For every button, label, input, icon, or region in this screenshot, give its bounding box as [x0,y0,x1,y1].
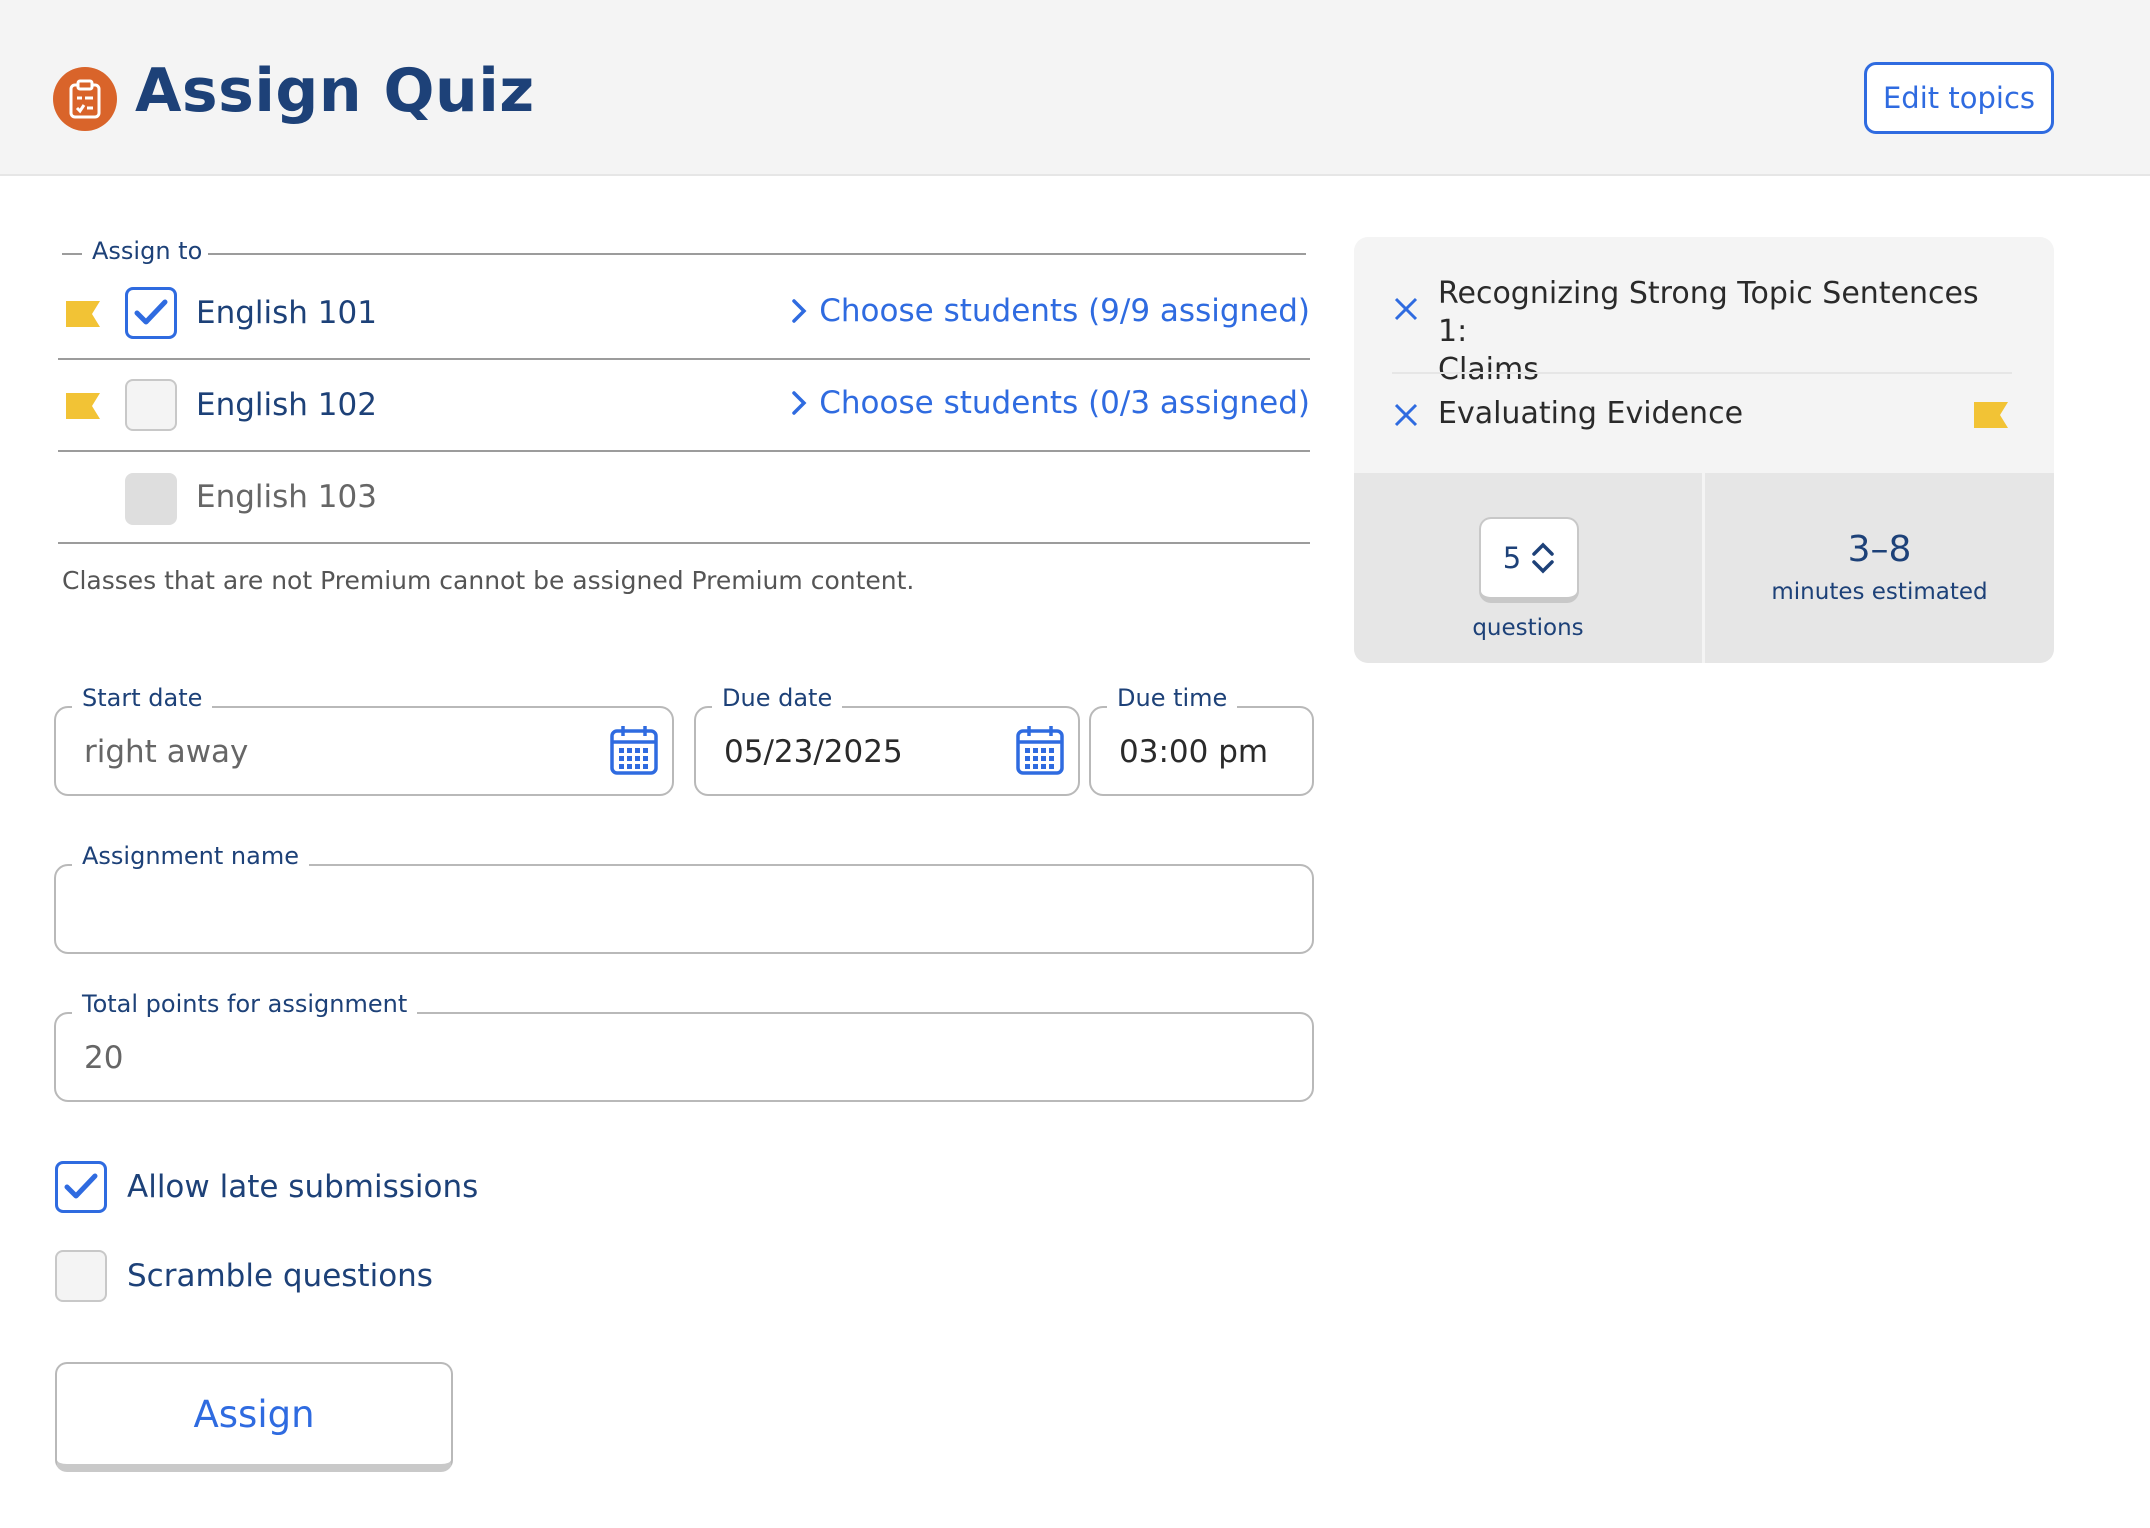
due-date-field[interactable]: Due date 05/23/2025 [694,684,1080,796]
assign-to-legend: Assign to [92,237,203,265]
field-label: Due time [1107,684,1238,712]
legend-divider [208,253,1306,255]
calendar-icon[interactable] [610,724,658,776]
start-date-placeholder: right away [84,734,249,770]
premium-flag-icon [66,301,100,327]
chevron-right-icon [792,299,807,323]
field-label: Total points for assignment [72,990,418,1018]
field-label: Due date [712,684,843,712]
class-checkbox-english-103 [125,473,177,525]
clipboard-check-icon [53,67,117,131]
legend-divider [62,253,82,255]
field-label: Assignment name [72,842,309,870]
scramble-checkbox[interactable] [55,1250,107,1302]
page-title: Assign Quiz [135,56,535,126]
topic-divider [1392,372,2012,374]
edit-topics-button[interactable]: Edit topics [1864,62,2054,134]
chevron-right-icon [792,391,807,415]
choose-students-link[interactable]: Choose students (0/3 assigned) [791,385,1310,421]
questions-stepper[interactable]: 5 [1479,517,1579,603]
topic-title-line: Claims [1438,352,1539,387]
topic-item: Evaluating Evidence [1392,395,2012,435]
allow-late-option[interactable]: Allow late submissions [55,1161,478,1213]
scramble-option[interactable]: Scramble questions [55,1250,433,1302]
checkmark-icon [64,1173,98,1199]
choose-students-label: Choose students (9/9 assigned) [819,293,1310,329]
field-label: Start date [72,684,213,712]
close-icon[interactable] [1392,295,1420,323]
allow-late-label: Allow late submissions [127,1169,479,1205]
premium-note: Classes that are not Premium cannot be a… [62,566,915,595]
class-row-english-102: English 102 Choose students (0/3 assigne… [58,360,1310,452]
class-name: English 103 [196,479,377,515]
due-date-value: 05/23/2025 [724,734,903,770]
assign-button[interactable]: Assign [55,1362,453,1472]
assignment-name-field[interactable]: Assignment name [54,842,1314,954]
choose-students-link[interactable]: Choose students (9/9 assigned) [791,293,1310,329]
close-icon[interactable] [1392,401,1420,429]
estimate-value: 3–8 [1847,529,1912,570]
topics-panel: Recognizing Strong Topic Sentences 1: Cl… [1354,237,2054,663]
class-name: English 101 [196,295,377,331]
premium-flag-icon [66,393,100,419]
choose-students-label: Choose students (0/3 assigned) [819,385,1310,421]
page-header: Assign Quiz Edit topics [0,0,2150,176]
topic-item: Recognizing Strong Topic Sentences 1: Cl… [1392,275,2012,387]
total-points-placeholder: 20 [84,1040,124,1076]
calendar-icon[interactable] [1016,724,1064,776]
up-down-chevron-icon [1532,542,1554,574]
allow-late-checkbox[interactable] [55,1161,107,1213]
class-row-english-103: English 103 [58,452,1310,544]
quiz-stats: 5 questions 3–8 minutes estimated [1354,473,2054,663]
start-date-field[interactable]: Start date right away [54,684,674,796]
estimate-label: minutes estimated [1771,579,1988,605]
premium-flag-icon [1974,402,2008,428]
total-points-field[interactable]: Total points for assignment 20 [54,990,1314,1102]
topic-title-line: Recognizing Strong Topic Sentences 1: [1438,276,1979,349]
questions-label: questions [1472,615,1584,641]
class-checkbox-english-102[interactable] [125,379,177,431]
class-name: English 102 [196,387,377,423]
class-row-english-101: English 101 Choose students (9/9 assigne… [58,268,1310,360]
due-time-value: 03:00 pm [1119,734,1269,770]
scramble-label: Scramble questions [127,1258,433,1294]
questions-value: 5 [1502,541,1522,575]
due-time-field[interactable]: Due time 03:00 pm [1089,684,1314,796]
class-checkbox-english-101[interactable] [125,287,177,339]
topic-title: Evaluating Evidence [1438,396,1744,431]
checkmark-icon [134,299,168,325]
